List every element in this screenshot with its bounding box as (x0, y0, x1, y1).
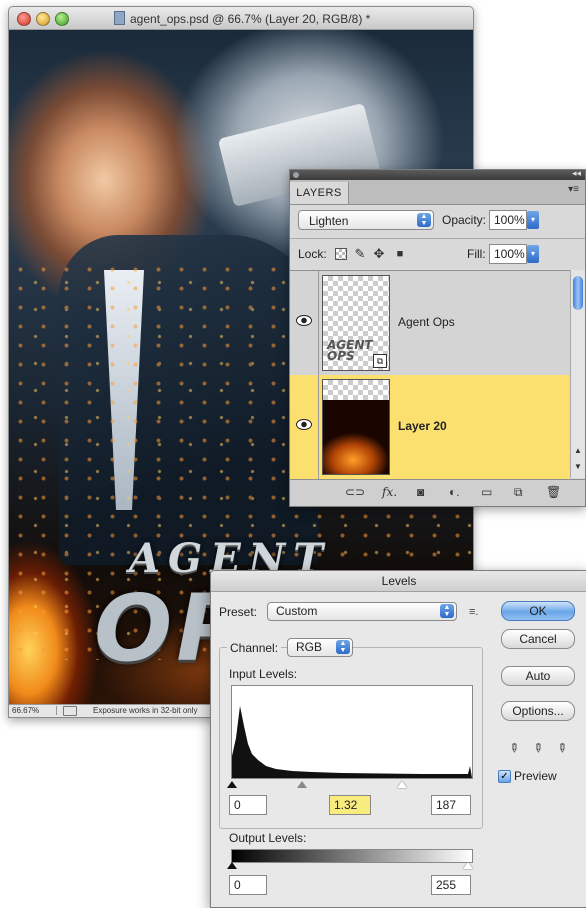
layers-panel: ◂◂ LAYERS ▾≡ Lighten ▲ ▼ Opacity: 100% ▾ … (289, 168, 586, 507)
adjustment-layer-icon[interactable]: ◐. (449, 485, 460, 499)
preset-stepper-icon: ▲ ▼ (440, 604, 454, 618)
panel-footer: ⊂⊃ fx. ◙ ◐. ▭ ⧉ 🗑 (290, 479, 585, 506)
panel-menu-icon[interactable]: ▾≡ (568, 184, 579, 195)
preset-value: Custom (276, 604, 318, 618)
input-white-field[interactable]: 187 (431, 795, 471, 815)
divider (290, 238, 585, 239)
layer-row-agent-ops[interactable]: AGENT OPS ⧉ Agent Ops (290, 271, 570, 376)
blend-mode-select[interactable]: Lighten ▲ ▼ (298, 210, 434, 230)
channel-select[interactable]: RGB ▲ ▼ (287, 638, 353, 657)
opacity-field[interactable]: 100% (489, 210, 527, 230)
layer-thumbnail (322, 379, 390, 475)
document-info-icon[interactable] (63, 706, 77, 716)
zoom-button[interactable] (55, 12, 69, 26)
fill-label: Fill: (467, 247, 486, 261)
white-eyedropper-icon[interactable]: ✎ (552, 738, 572, 758)
output-black-slider[interactable] (227, 862, 237, 869)
lock-label: Lock: (298, 247, 327, 261)
output-white-field[interactable]: 255 (431, 875, 471, 895)
channel-label: Channel: (227, 641, 282, 655)
output-black-field[interactable]: 0 (229, 875, 267, 895)
levels-dialog: Levels Preset: Custom ▲ ▼ ≡. Channel: RGB… (210, 570, 586, 908)
visibility-toggle[interactable] (290, 375, 319, 479)
panel-topbar[interactable]: ◂◂ (290, 168, 585, 180)
collapse-icon[interactable]: ◂◂ (572, 168, 581, 179)
layers-list: AGENT OPS ⧉ Agent Ops Layer 20 (290, 270, 570, 480)
psd-file-icon (114, 11, 125, 25)
ok-button[interactable]: OK (501, 601, 575, 621)
visibility-toggle[interactable] (290, 271, 319, 375)
lock-brush-icon[interactable]: ✎ (353, 247, 367, 261)
layer-mask-icon[interactable]: ◙ (417, 485, 424, 499)
fill-field[interactable]: 100% (489, 244, 527, 264)
levels-titlebar[interactable]: Levels (211, 571, 586, 592)
minimize-button[interactable] (36, 12, 50, 26)
panel-tab-row: LAYERS ▾≡ (290, 180, 585, 205)
auto-button[interactable]: Auto (501, 666, 575, 686)
input-white-slider[interactable] (397, 781, 407, 788)
group-folder-icon[interactable]: ▭ (481, 485, 492, 499)
close-button[interactable] (17, 12, 31, 26)
histogram-graph (232, 706, 472, 778)
document-title: agent_ops.psd @ 66.7% (Layer 20, RGB/8) … (114, 11, 370, 26)
status-message: Exposure works in 32-bit only (93, 706, 198, 715)
output-white-slider[interactable] (463, 862, 473, 869)
scrollbar-thumb[interactable] (573, 276, 583, 310)
histogram (231, 685, 473, 779)
fx-icon[interactable]: fx. (382, 485, 397, 499)
gray-eyedropper-icon[interactable]: ✎ (528, 738, 548, 758)
preview-checkbox[interactable]: ✓ (498, 770, 511, 783)
blend-mode-stepper-icon: ▲ ▼ (417, 213, 431, 227)
trash-icon[interactable]: 🗑 (546, 485, 561, 499)
layer-thumbnail: AGENT OPS ⧉ (322, 275, 390, 371)
input-levels-label: Input Levels: (229, 667, 298, 681)
input-gamma-field[interactable]: 1.32 (329, 795, 371, 815)
layer-row-layer-20[interactable]: Layer 20 (290, 375, 570, 480)
input-black-slider[interactable] (227, 781, 237, 788)
panel-close-icon[interactable] (293, 172, 299, 178)
scroll-down-icon[interactable]: ▼ (574, 462, 582, 471)
scroll-up-icon[interactable]: ▲ (574, 446, 582, 455)
eye-icon (296, 315, 312, 326)
link-icon[interactable]: ⊂⊃ (345, 485, 365, 499)
input-gamma-slider[interactable] (297, 781, 307, 788)
tab-layers[interactable]: LAYERS (290, 182, 349, 204)
black-eyedropper-icon[interactable]: ✎ (504, 738, 524, 758)
options-button[interactable]: Options... (501, 701, 575, 721)
opacity-dropdown-icon[interactable]: ▾ (527, 211, 539, 229)
eye-icon (296, 419, 312, 430)
document-title-text: agent_ops.psd @ 66.7% (Layer 20, RGB/8) … (130, 12, 371, 26)
fill-dropdown-icon[interactable]: ▾ (527, 245, 539, 263)
channel-value: RGB (296, 640, 323, 654)
layers-scrollbar[interactable]: ▲ ▼ (570, 270, 585, 478)
preset-options-icon[interactable]: ≡. (469, 606, 478, 618)
lock-move-icon[interactable]: ✥ (372, 247, 386, 261)
output-gradient-bar (231, 849, 473, 863)
new-layer-icon[interactable]: ⧉ (514, 485, 523, 499)
channel-stepper-icon: ▲ ▼ (336, 640, 350, 654)
blend-mode-value: Lighten (309, 214, 349, 228)
input-black-field[interactable]: 0 (229, 795, 267, 815)
layer-name[interactable]: Agent Ops (398, 315, 455, 329)
layer-name[interactable]: Layer 20 (398, 419, 447, 433)
preset-label: Preset: (219, 605, 258, 619)
lock-all-icon[interactable]: ■ (393, 247, 407, 261)
zoom-level[interactable]: 66.67% (12, 706, 57, 715)
preview-label: Preview (514, 769, 557, 783)
opacity-label: Opacity: (442, 213, 487, 227)
output-levels-label: Output Levels: (229, 831, 307, 845)
cancel-button[interactable]: Cancel (501, 629, 575, 649)
preset-select[interactable]: Custom ▲ ▼ (267, 602, 457, 621)
smart-object-icon: ⧉ (373, 354, 387, 368)
document-titlebar[interactable]: agent_ops.psd @ 66.7% (Layer 20, RGB/8) … (9, 7, 473, 30)
lock-transparent-icon[interactable] (335, 248, 347, 260)
